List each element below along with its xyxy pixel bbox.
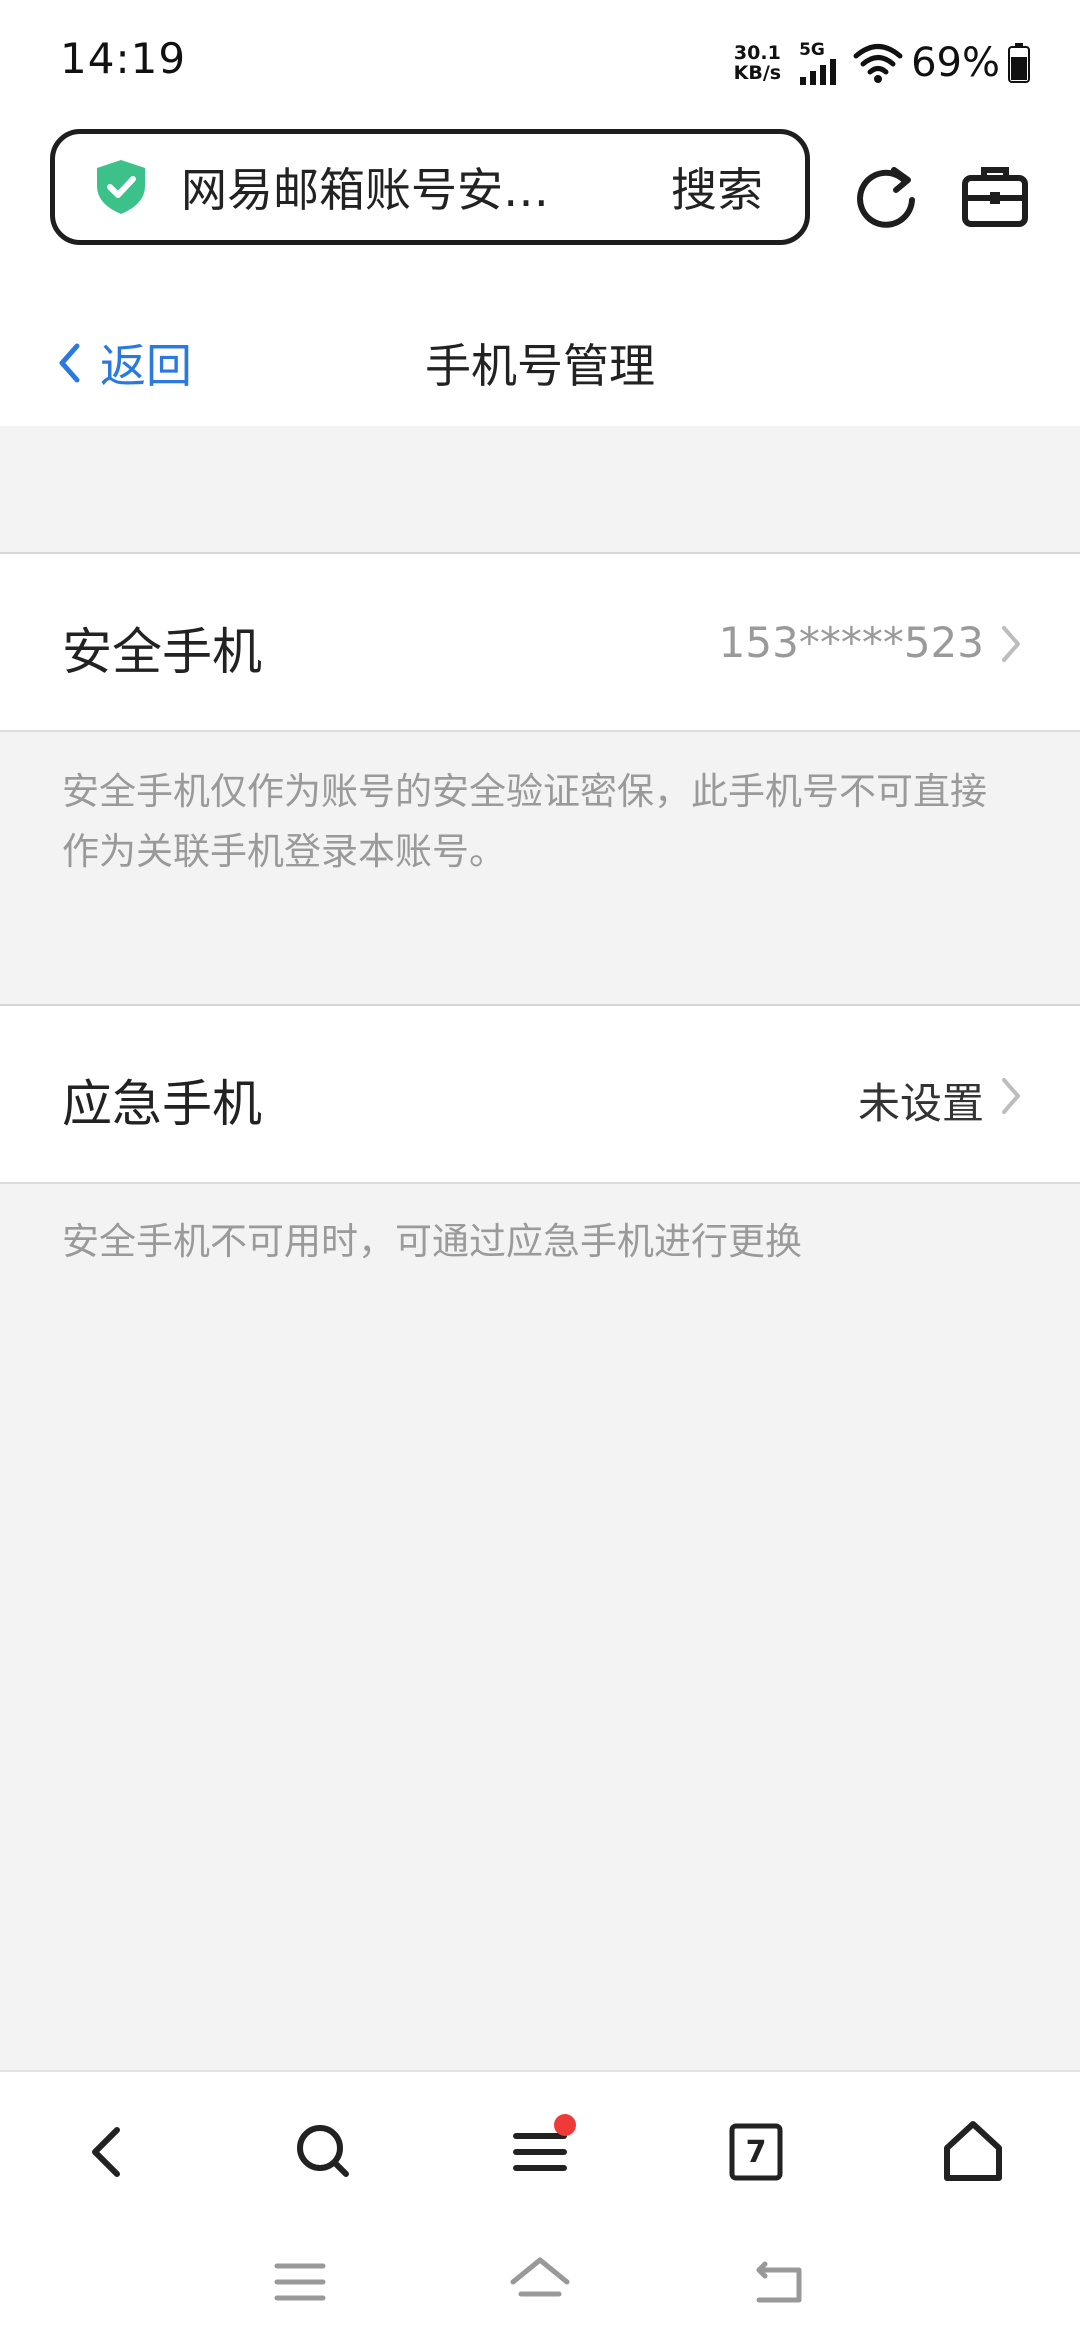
- emergency-phone-label: 应急手机: [62, 1075, 262, 1133]
- network-speed-unit: KB/s: [733, 62, 782, 84]
- toolbox-icon[interactable]: [960, 162, 1030, 232]
- signal-bars-icon: [800, 58, 837, 85]
- system-back-icon[interactable]: [745, 2252, 815, 2312]
- emergency-phone-value: 未设置: [857, 1079, 984, 1128]
- battery-percent: 69%: [911, 40, 1000, 86]
- browser-top-bar: 网易邮箱账号安… 搜索: [0, 120, 1080, 270]
- recent-apps-icon[interactable]: [265, 2252, 335, 2312]
- url-text[interactable]: 网易邮箱账号安…: [181, 154, 591, 220]
- page-title: 手机号管理: [425, 339, 655, 393]
- network-speed-value: 30.1: [733, 42, 781, 64]
- chevron-right-icon: [1002, 626, 1020, 662]
- security-phone-value: 153*****523: [718, 618, 984, 667]
- search-icon[interactable]: [284, 2112, 364, 2192]
- emergency-phone-row[interactable]: 应急手机 未设置: [0, 1004, 1080, 1184]
- status-indicators: 30.1 KB/s 5G 69%: [734, 38, 1030, 88]
- tab-count: 7: [745, 2134, 767, 2170]
- battery-icon: [1008, 43, 1030, 83]
- refresh-icon[interactable]: [852, 162, 922, 232]
- security-phone-label: 安全手机: [62, 623, 262, 681]
- tabs-button[interactable]: 7: [716, 2112, 796, 2192]
- system-home-icon[interactable]: [505, 2252, 575, 2312]
- chevron-right-icon: [1002, 1078, 1020, 1114]
- notification-dot: [554, 2114, 576, 2136]
- network-speed: 30.1 KB/s: [734, 43, 781, 83]
- security-phone-note: 安全手机仅作为账号的安全验证密保，此手机号不可直接作为关联手机登录本账号。: [62, 770, 987, 873]
- emergency-phone-note: 安全手机不可用时，可通过应急手机进行更换: [62, 1220, 802, 1263]
- cellular-signal: 5G: [799, 39, 839, 85]
- security-phone-row[interactable]: 安全手机 153*****523: [0, 552, 1080, 732]
- page-header: 返回 手机号管理: [0, 270, 1080, 426]
- browser-bottom-toolbar: 7: [0, 2070, 1080, 2344]
- menu-icon[interactable]: [500, 2112, 580, 2192]
- home-icon[interactable]: [933, 2112, 1013, 2192]
- shield-check-icon: [97, 160, 145, 214]
- network-type: 5G: [799, 39, 825, 60]
- wifi-icon: [853, 44, 903, 83]
- address-bar[interactable]: 网易邮箱账号安… 搜索: [50, 129, 810, 245]
- status-time: 14:19: [60, 34, 187, 83]
- status-bar: 14:19 30.1 KB/s 5G 69%: [0, 0, 1080, 120]
- back-arrow-icon[interactable]: [67, 2112, 147, 2192]
- search-button[interactable]: 搜索: [671, 154, 763, 220]
